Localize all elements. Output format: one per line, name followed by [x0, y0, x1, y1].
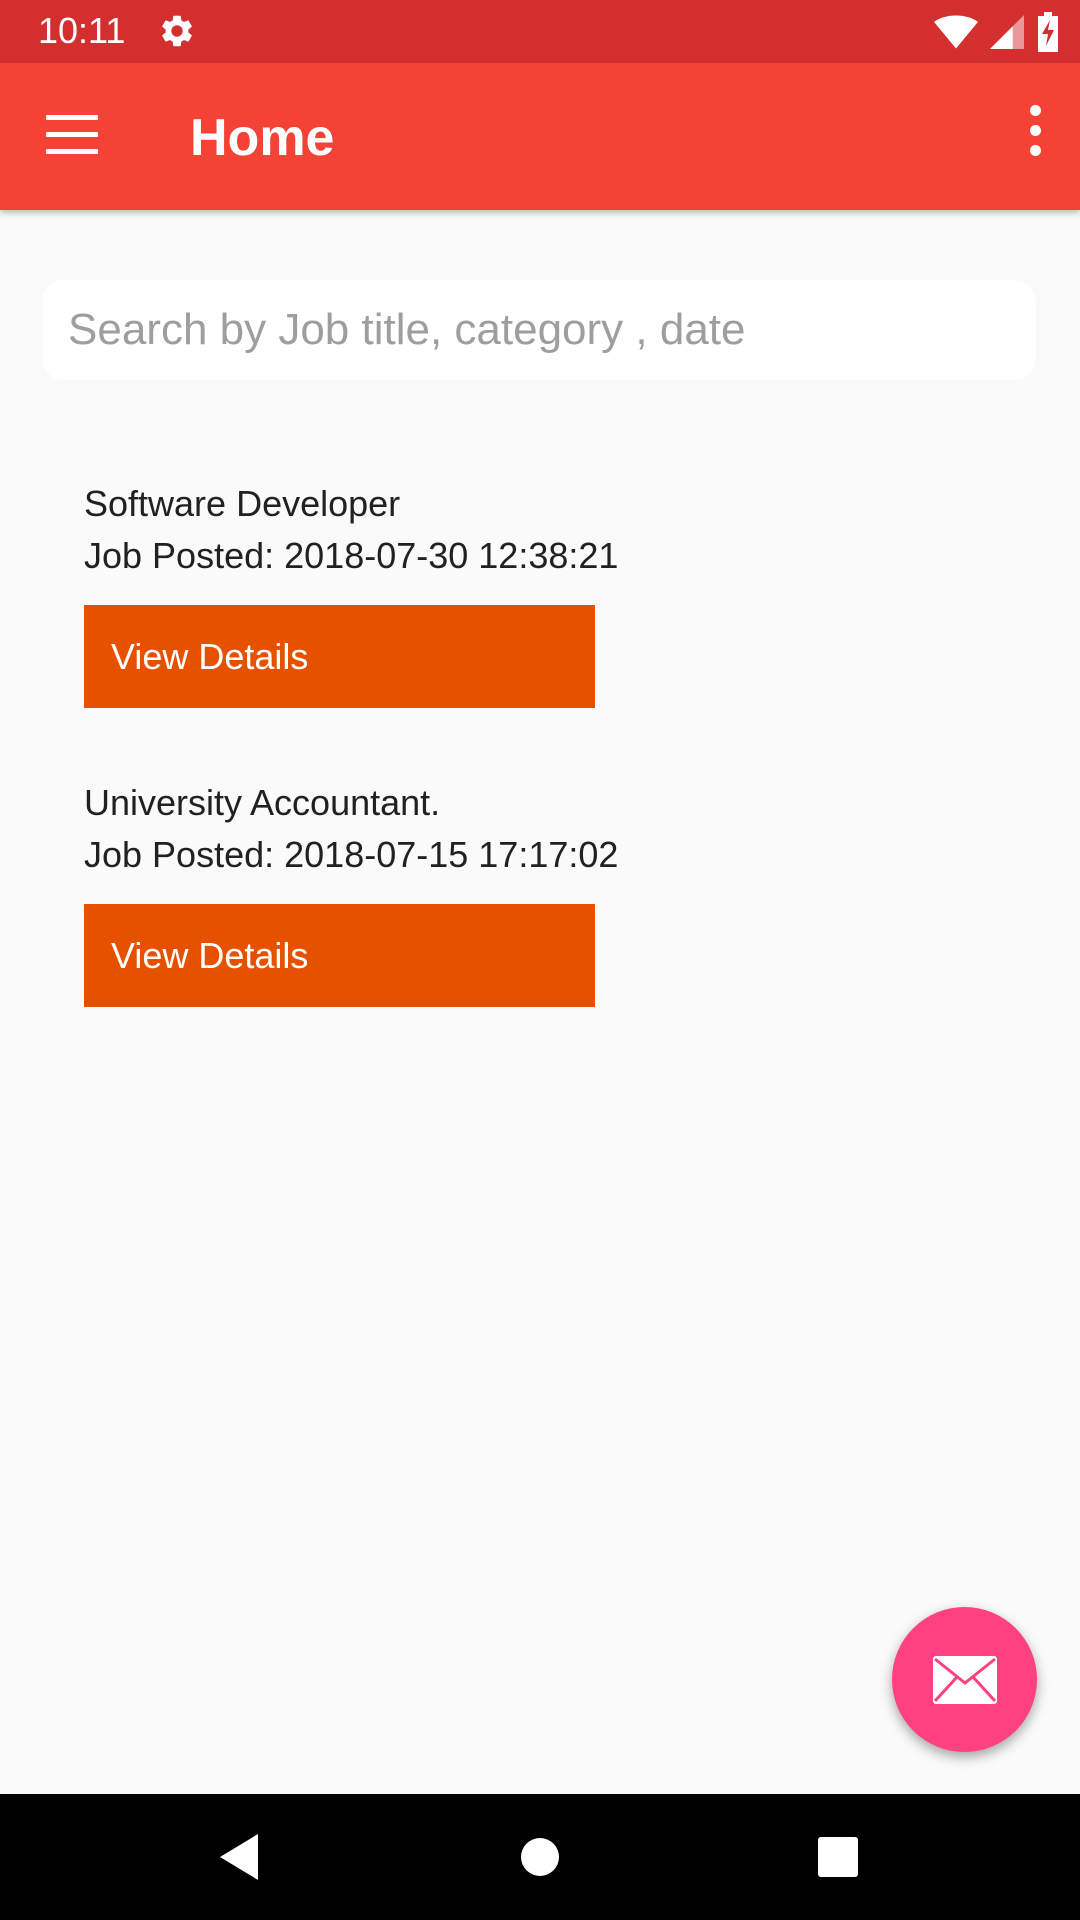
app-bar: Home [0, 63, 1080, 210]
job-title: University Accountant. [84, 782, 441, 823]
job-posted-date: Job Posted: 2018-07-15 17:17:02 [84, 834, 619, 875]
status-time: 10:11 [38, 10, 126, 51]
signal-icon [990, 15, 1024, 49]
recents-icon[interactable] [808, 1827, 868, 1887]
battery-charging-icon [1038, 12, 1058, 52]
navigation-bar [0, 1794, 1080, 1920]
gear-icon [162, 15, 192, 47]
mail-fab-button[interactable] [892, 1607, 1037, 1752]
job-posted-date: Job Posted: 2018-07-30 12:38:21 [84, 535, 619, 576]
search-input[interactable] [42, 280, 1036, 380]
hamburger-menu-icon[interactable] [46, 115, 98, 159]
page-title: Home [190, 109, 335, 167]
job-item: University Accountant. Job Posted: 2018-… [84, 777, 984, 1007]
wifi-icon [934, 15, 978, 49]
job-item: Software Developer Job Posted: 2018-07-3… [84, 478, 984, 708]
more-vert-icon[interactable] [1020, 105, 1050, 165]
home-icon[interactable] [510, 1827, 570, 1887]
job-title: Software Developer [84, 483, 401, 524]
status-icons [934, 12, 1060, 52]
mail-icon [932, 1655, 997, 1704]
back-icon[interactable] [210, 1827, 270, 1887]
view-details-button[interactable]: View Details [84, 605, 595, 708]
view-details-button[interactable]: View Details [84, 904, 595, 1007]
status-bar: 10:11 [0, 0, 1080, 63]
